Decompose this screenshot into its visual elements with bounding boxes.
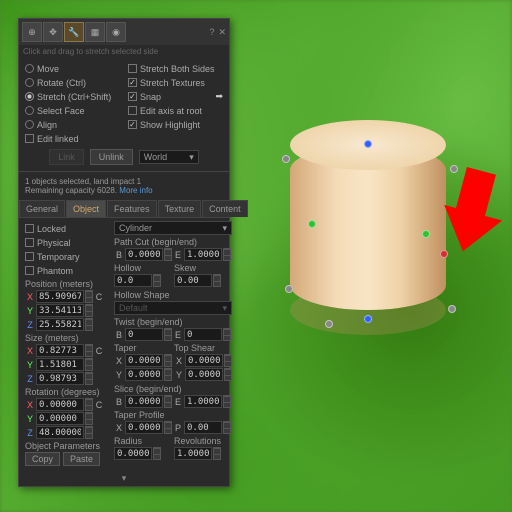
toolbar: ⊕ ✥ 🔧 ▦ ◉ ? ✕: [19, 19, 229, 45]
temporary-check[interactable]: [25, 252, 34, 261]
twist-e-input[interactable]: [184, 328, 222, 341]
land-tool-button[interactable]: ◉: [106, 22, 126, 42]
status-text: 1 objects selected, land impact 1 Remain…: [19, 174, 229, 198]
pathcut-b-input[interactable]: [125, 248, 163, 261]
pos-x-spin[interactable]: [85, 290, 93, 303]
ruler-dropdown[interactable]: World▾: [139, 150, 199, 164]
tp-p-input[interactable]: [184, 421, 222, 434]
copy-button[interactable]: Copy: [25, 452, 60, 466]
rot-y-input[interactable]: [36, 412, 84, 425]
skew-input[interactable]: [174, 274, 212, 287]
instruction-arrow: [440, 170, 500, 260]
rot-x-input[interactable]: [36, 398, 84, 411]
move-radio[interactable]: [25, 64, 34, 73]
size-z-input[interactable]: [36, 372, 84, 385]
tabs: General Object Features Texture Content: [19, 200, 229, 218]
help-icon[interactable]: ?: [209, 27, 214, 38]
editaxis-check[interactable]: [128, 106, 137, 115]
handle-bot-z[interactable]: [364, 315, 372, 323]
shape-type-dropdown[interactable]: Cylinder▾: [114, 221, 232, 235]
hollow-input[interactable]: [114, 274, 152, 287]
more-info-link[interactable]: More info: [119, 186, 152, 195]
stretchtex-check[interactable]: ✓: [128, 78, 137, 87]
twist-b-input[interactable]: [125, 328, 163, 341]
handle-top-z[interactable]: [364, 140, 372, 148]
tab-features[interactable]: Features: [107, 200, 157, 217]
slice-b-input[interactable]: [125, 395, 163, 408]
align-radio[interactable]: [25, 120, 34, 129]
selectface-radio[interactable]: [25, 106, 34, 115]
handle-corner[interactable]: [325, 320, 333, 328]
tab-general[interactable]: General: [19, 200, 65, 217]
phantom-check[interactable]: [25, 266, 34, 275]
handle-y-pos[interactable]: [422, 230, 430, 238]
stretchboth-check[interactable]: [128, 64, 137, 73]
slice-e-input[interactable]: [184, 395, 222, 408]
stretch-radio[interactable]: [25, 92, 34, 101]
taper-y-input[interactable]: [125, 368, 163, 381]
unlink-button[interactable]: Unlink: [90, 149, 133, 165]
showhighlight-check[interactable]: ✓: [128, 120, 137, 129]
tab-texture[interactable]: Texture: [158, 200, 202, 217]
handle-corner[interactable]: [285, 285, 293, 293]
editlinked-check[interactable]: [25, 134, 34, 143]
pos-z-input[interactable]: [36, 318, 84, 331]
paste-button[interactable]: Paste: [63, 452, 100, 466]
rotate-radio[interactable]: [25, 78, 34, 87]
handle-y-neg[interactable]: [308, 220, 316, 228]
size-x-input[interactable]: [36, 344, 84, 357]
shear-x-input[interactable]: [185, 354, 223, 367]
shear-y-input[interactable]: [185, 368, 223, 381]
handle-corner[interactable]: [282, 155, 290, 163]
build-tools-panel: ⊕ ✥ 🔧 ▦ ◉ ? ✕ Click and drag to stretch …: [18, 18, 230, 487]
expand-icon[interactable]: ▾: [19, 471, 229, 486]
pos-z-spin[interactable]: [85, 318, 93, 331]
hollowshape-dropdown[interactable]: Default▾: [114, 301, 232, 315]
edit-tool-button[interactable]: 🔧: [64, 22, 84, 42]
close-icon[interactable]: ✕: [218, 27, 226, 38]
pos-x-input[interactable]: [36, 290, 84, 303]
create-tool-button[interactable]: ▦: [85, 22, 105, 42]
tab-object[interactable]: Object: [66, 200, 106, 217]
taper-x-input[interactable]: [125, 354, 163, 367]
size-y-input[interactable]: [36, 358, 84, 371]
link-button: Link: [49, 149, 84, 165]
handle-corner[interactable]: [448, 305, 456, 313]
cylinder-object[interactable]: [290, 120, 460, 320]
focus-tool-button[interactable]: ⊕: [22, 22, 42, 42]
snap-options-icon[interactable]: ➡: [215, 91, 223, 102]
pos-y-input[interactable]: [36, 304, 84, 317]
physical-check[interactable]: [25, 238, 34, 247]
locked-check[interactable]: [25, 224, 34, 233]
hint-text: Click and drag to stretch selected side: [19, 45, 229, 58]
radius-input[interactable]: [114, 447, 152, 460]
snap-check[interactable]: ✓: [128, 92, 137, 101]
tp-x-input[interactable]: [125, 421, 163, 434]
pos-y-spin[interactable]: [85, 304, 93, 317]
pathcut-e-input[interactable]: [184, 248, 222, 261]
rot-z-input[interactable]: [36, 426, 84, 439]
move-tool-button[interactable]: ✥: [43, 22, 63, 42]
rev-input[interactable]: [174, 447, 212, 460]
tab-content[interactable]: Content: [202, 200, 248, 217]
